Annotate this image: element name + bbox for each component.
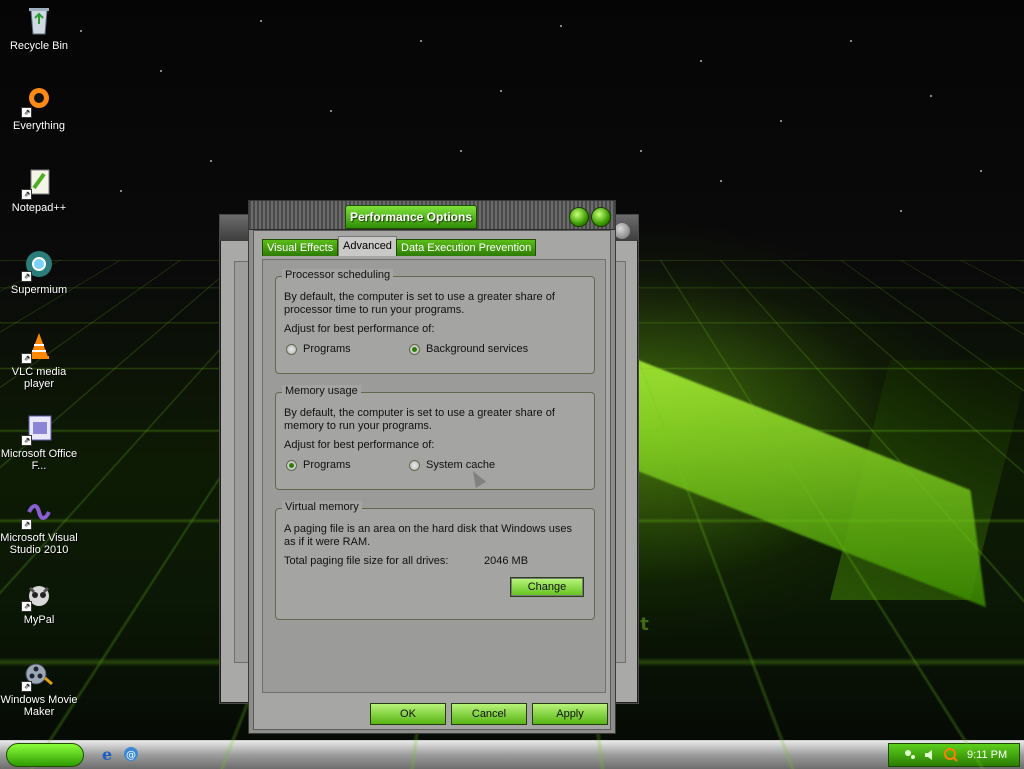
window-title: Performance Options xyxy=(345,205,477,229)
notepad-plus-plus-icon: ↗ xyxy=(23,166,55,198)
desktop-icon-label: Notepad++ xyxy=(0,202,78,214)
radio-label: Background services xyxy=(426,343,528,355)
virtual-memory-description: A paging file is an area on the hard dis… xyxy=(284,523,584,549)
clock[interactable]: 9:11 PM xyxy=(967,744,1007,766)
memory-description: By default, the computer is set to use a… xyxy=(284,407,584,433)
desktop-icon-label: Recycle Bin xyxy=(0,40,78,52)
taskbar: e @ 9:11 PM xyxy=(0,740,1024,769)
processor-description: By default, the computer is set to use a… xyxy=(284,291,584,317)
back-window-close-icon[interactable] xyxy=(614,223,630,239)
memory-system-cache-radio[interactable]: System cache xyxy=(409,459,495,471)
desktop-icon-label: Microsoft Office F... xyxy=(0,448,78,472)
memory-usage-group: Memory usage By default, the computer is… xyxy=(275,392,595,490)
volume-icon[interactable] xyxy=(923,748,937,762)
radio-indicator xyxy=(409,344,420,355)
network-icon[interactable] xyxy=(903,748,917,762)
desktop-icon-office[interactable]: ↗ Microsoft Office F... xyxy=(0,412,78,472)
memory-programs-radio[interactable]: Programs xyxy=(286,459,351,471)
desktop-icon-label: Microsoft Visual Studio 2010 xyxy=(0,532,78,556)
processor-adjust-label: Adjust for best performance of: xyxy=(284,323,584,336)
start-button[interactable] xyxy=(6,743,84,767)
desktop-icon-visual-studio[interactable]: ↗ Microsoft Visual Studio 2010 xyxy=(0,496,78,556)
desktop-icon-supermium[interactable]: ↗ Supermium xyxy=(0,248,78,296)
processor-scheduling-group: Processor scheduling By default, the com… xyxy=(275,276,595,374)
radio-label: Programs xyxy=(303,343,351,355)
titlebar[interactable]: Performance Options xyxy=(249,201,615,230)
processor-background-services-radio[interactable]: Background services xyxy=(409,343,528,355)
office-icon: ↗ xyxy=(23,412,55,444)
visual-studio-icon: ↗ xyxy=(23,496,55,528)
everything-icon: ↗ xyxy=(23,84,55,116)
mypal-icon: ↗ xyxy=(23,578,55,610)
processor-scheduling-legend: Processor scheduling xyxy=(282,269,393,281)
desktop-icon-notepad-plus-plus[interactable]: ↗ Notepad++ xyxy=(0,166,78,214)
radio-label: System cache xyxy=(426,459,495,471)
radio-label: Programs xyxy=(303,459,351,471)
virtual-memory-legend: Virtual memory xyxy=(282,501,362,513)
close-button-icon[interactable] xyxy=(591,207,611,227)
supermium-icon: ↗ xyxy=(23,248,55,280)
desktop-icon-label: MyPal xyxy=(0,614,78,626)
cancel-button[interactable]: Cancel xyxy=(451,703,527,725)
desktop-icon-vlc[interactable]: ↗ VLC media player xyxy=(0,330,78,390)
ok-button[interactable]: OK xyxy=(370,703,446,725)
desktop-icon-label: Everything xyxy=(0,120,78,132)
dialog-body: Visual Effects Advanced Data Execution P… xyxy=(253,230,611,730)
radio-indicator xyxy=(286,344,297,355)
memory-adjust-label: Adjust for best performance of: xyxy=(284,439,584,452)
advanced-tab-page: Processor scheduling By default, the com… xyxy=(262,259,606,693)
help-button-icon[interactable] xyxy=(569,207,589,227)
desktop-icon-recycle-bin[interactable]: Recycle Bin xyxy=(0,4,78,52)
ie-icon[interactable]: e xyxy=(100,745,120,763)
tab-visual-effects[interactable]: Visual Effects xyxy=(262,239,338,256)
desktop-icon-label: Supermium xyxy=(0,284,78,296)
radio-indicator xyxy=(286,460,297,471)
change-button[interactable]: Change xyxy=(510,577,584,597)
virtual-memory-group: Virtual memory A paging file is an area … xyxy=(275,508,595,620)
processor-programs-radio[interactable]: Programs xyxy=(286,343,351,355)
system-tray: 9:11 PM xyxy=(888,743,1020,767)
desktop-icon-mypal[interactable]: ↗ MyPal xyxy=(0,578,78,626)
apply-button[interactable]: Apply xyxy=(532,703,608,725)
tab-advanced[interactable]: Advanced xyxy=(338,236,397,256)
desktop-icon-everything[interactable]: ↗ Everything xyxy=(0,84,78,132)
performance-options-window[interactable]: Performance Options Visual Effects Advan… xyxy=(248,200,616,734)
movie-maker-icon: ↗ xyxy=(23,658,55,690)
svg-text:@: @ xyxy=(126,750,136,761)
desktop-icon-label: Windows Movie Maker xyxy=(0,694,78,718)
radio-indicator xyxy=(409,460,420,471)
svg-text:e: e xyxy=(102,745,112,763)
email-icon[interactable]: @ xyxy=(122,745,140,763)
paging-file-total-label: Total paging file size for all drives: xyxy=(284,555,484,568)
recycle-bin-icon xyxy=(23,4,55,36)
paging-file-total-value: 2046 MB xyxy=(484,555,564,568)
desktop-icon-label: VLC media player xyxy=(0,366,78,390)
search-icon[interactable] xyxy=(943,747,959,763)
tab-data-execution-prevention[interactable]: Data Execution Prevention xyxy=(396,239,536,256)
desktop-icon-movie-maker[interactable]: ↗ Windows Movie Maker xyxy=(0,658,78,718)
vlc-icon: ↗ xyxy=(23,330,55,362)
memory-usage-legend: Memory usage xyxy=(282,385,361,397)
